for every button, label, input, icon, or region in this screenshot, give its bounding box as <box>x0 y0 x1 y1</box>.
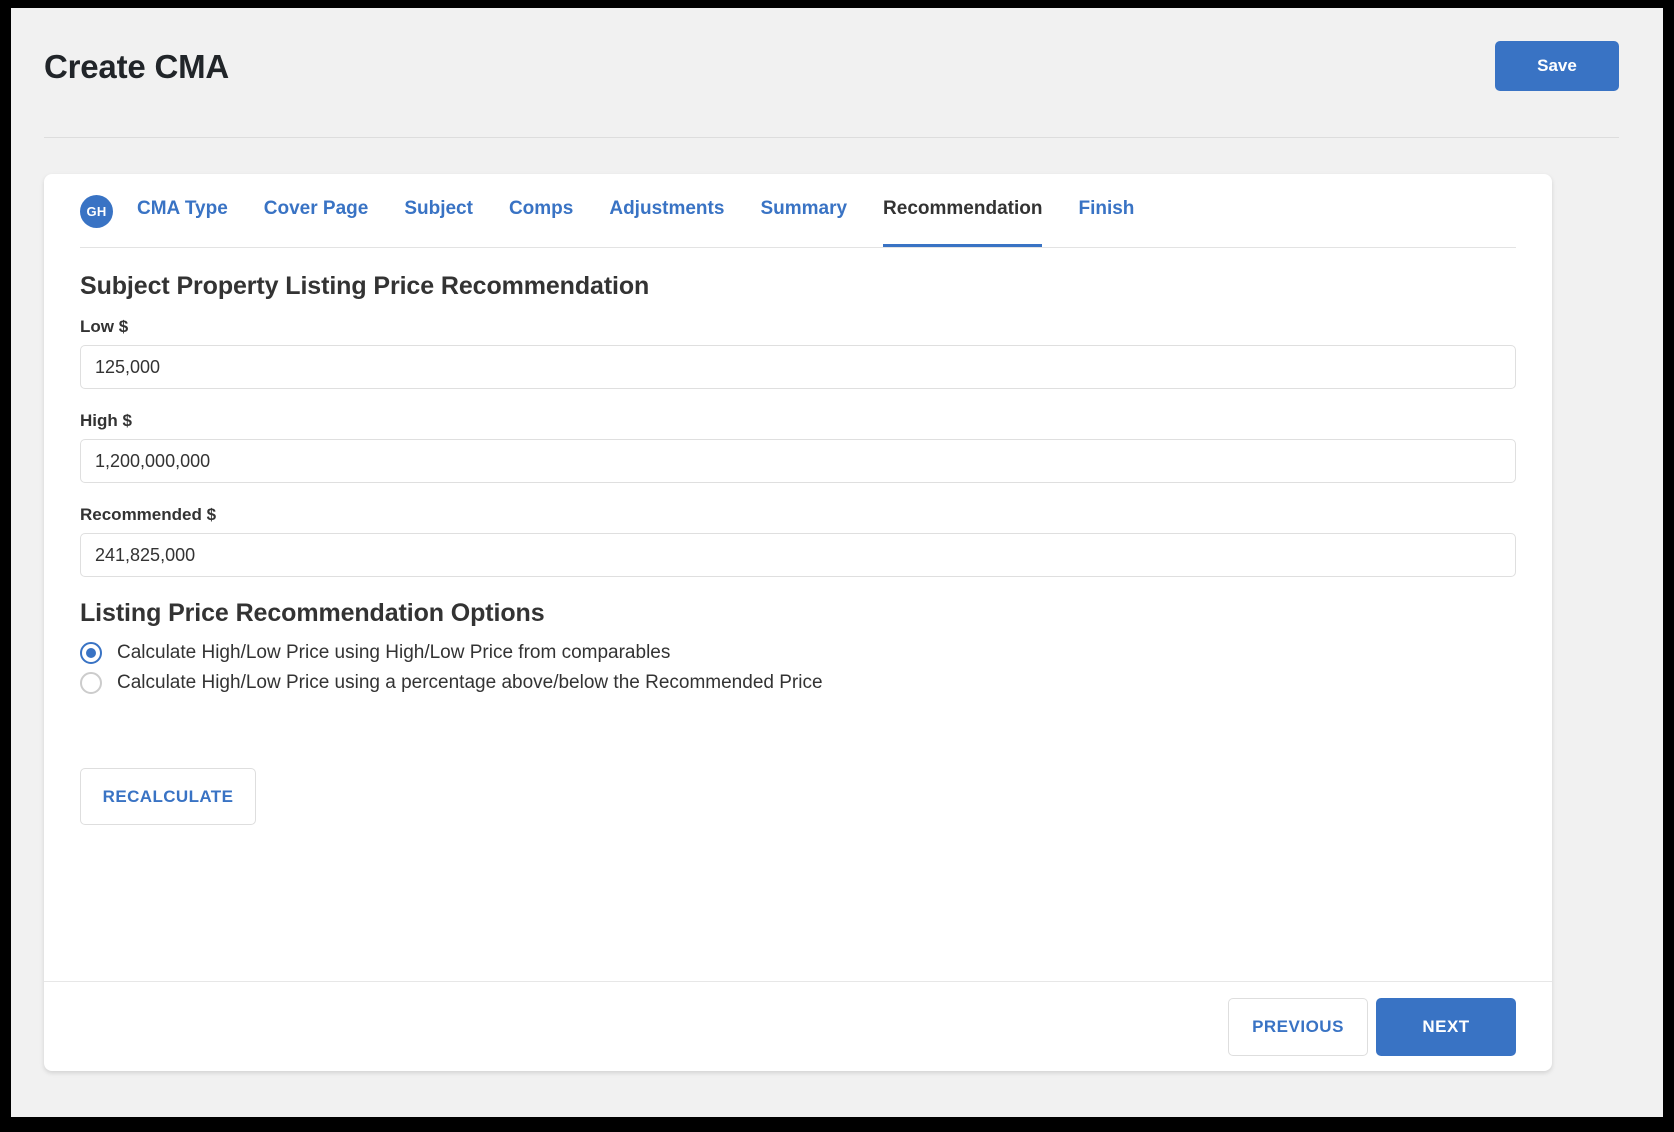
options-title: Listing Price Recommendation Options <box>80 599 545 627</box>
low-price-input[interactable] <box>80 345 1516 389</box>
option-percentage[interactable]: Calculate High/Low Price using a percent… <box>80 672 1516 694</box>
option-comparables-label: Calculate High/Low Price using High/Low … <box>117 642 671 663</box>
tab-cma-type[interactable]: CMA Type <box>137 176 228 247</box>
option-comparables[interactable]: Calculate High/Low Price using High/Low … <box>80 642 1516 664</box>
radio-selected-icon[interactable] <box>80 642 102 664</box>
user-avatar[interactable]: GH <box>80 194 113 228</box>
recommendation-panel: Subject Property Listing Price Recommend… <box>44 248 1552 825</box>
tabs-baseline <box>80 247 1516 248</box>
wizard-tabs: GH CMA Type Cover Page Subject Comps Adj… <box>80 174 1516 248</box>
low-price-label: Low $ <box>80 317 129 336</box>
tab-subject[interactable]: Subject <box>404 176 473 247</box>
recalculate-button[interactable]: RECALCULATE <box>80 768 256 825</box>
tab-cover-page[interactable]: Cover Page <box>264 176 369 247</box>
app-viewport: Create CMA Save GH CMA Type Cover Page S… <box>11 8 1663 1117</box>
save-button[interactable]: Save <box>1495 41 1619 91</box>
previous-button[interactable]: PREVIOUS <box>1228 997 1368 1056</box>
page-header: Create CMA Save <box>11 8 1663 138</box>
next-button[interactable]: NEXT <box>1376 997 1516 1056</box>
tab-recommendation[interactable]: Recommendation <box>883 176 1043 247</box>
tab-comps[interactable]: Comps <box>509 176 573 247</box>
wizard-footer: PREVIOUS NEXT <box>44 981 1552 1071</box>
high-price-label: High $ <box>80 411 132 430</box>
cma-wizard-card: GH CMA Type Cover Page Subject Comps Adj… <box>44 174 1552 1071</box>
tab-finish[interactable]: Finish <box>1078 176 1134 247</box>
high-price-input[interactable] <box>80 439 1516 483</box>
header-divider <box>44 137 1619 138</box>
section-title: Subject Property Listing Price Recommend… <box>80 272 650 300</box>
recommended-price-label: Recommended $ <box>80 505 217 524</box>
radio-unselected-icon[interactable] <box>80 672 102 694</box>
page-title: Create CMA <box>44 48 230 85</box>
wizard-tabs-list: GH CMA Type Cover Page Subject Comps Adj… <box>80 174 1516 248</box>
tab-summary[interactable]: Summary <box>760 176 847 247</box>
recommended-price-input[interactable] <box>80 533 1516 577</box>
tab-adjustments[interactable]: Adjustments <box>609 176 724 247</box>
option-percentage-label: Calculate High/Low Price using a percent… <box>117 672 823 693</box>
